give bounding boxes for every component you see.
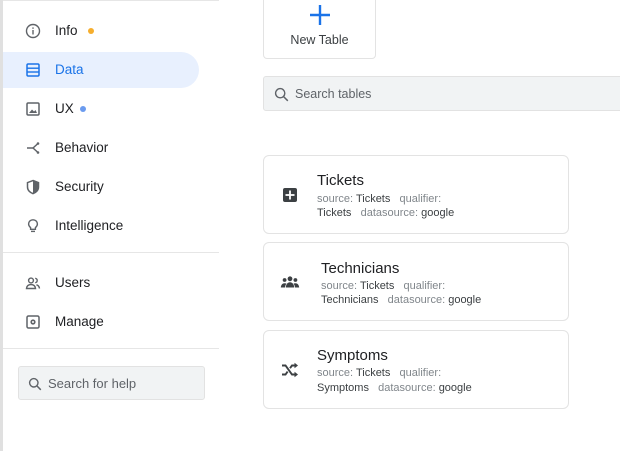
sidebar-item-label: Behavior	[55, 140, 109, 155]
image-frame-icon	[26, 102, 40, 116]
datasource-value: google	[438, 382, 472, 394]
source-key: source:	[321, 280, 358, 292]
sidebar-item-label: Info	[55, 23, 78, 38]
search-icon	[274, 87, 289, 102]
users-icon	[25, 277, 41, 290]
source-value: Tickets	[359, 280, 395, 292]
sidebar-item-users[interactable]: Users	[3, 265, 199, 301]
datasource-value: google	[421, 207, 455, 219]
help-search-input[interactable]: Search for help	[18, 366, 205, 400]
help-search-placeholder: Search for help	[48, 376, 137, 391]
table-card-symptoms[interactable]: Symptoms source: Tickets qualifier: Symp…	[263, 330, 569, 409]
datasource-key: datasource:	[387, 294, 446, 306]
sidebar-item-label: Intelligence	[55, 218, 124, 233]
table-card-title: Tickets	[317, 172, 364, 189]
sidebar-item-label: UX	[55, 101, 74, 116]
sidebar: Info Data UX Behavior Security Intellige…	[3, 0, 219, 451]
sidebar-item-label: Security	[55, 179, 104, 194]
source-key: source:	[317, 193, 354, 205]
manage-gear-icon	[26, 315, 40, 329]
table-card-qualifier: Symptoms datasource: google	[317, 381, 472, 395]
sidebar-item-data[interactable]: Data	[3, 52, 199, 88]
sidebar-item-label: Manage	[55, 314, 104, 329]
qualifier-key: qualifier:	[403, 280, 446, 292]
sidebar-divider	[3, 252, 219, 253]
branch-icon	[27, 142, 40, 154]
plus-box-icon	[283, 188, 297, 202]
search-icon	[28, 377, 42, 391]
table-card-technicians[interactable]: Technicians source: Tickets qualifier: T…	[263, 242, 569, 321]
sidebar-top-divider	[3, 0, 219, 1]
table-card-title: Symptoms	[317, 347, 388, 364]
table-card-source: source: Tickets qualifier:	[317, 192, 441, 206]
sidebar-item-label: Data	[55, 62, 84, 77]
source-value: Tickets	[355, 193, 391, 205]
sidebar-item-security[interactable]: Security	[3, 169, 199, 205]
shuffle-icon	[282, 362, 298, 378]
table-card-source: source: Tickets qualifier:	[317, 366, 441, 380]
qualifier-key: qualifier:	[399, 193, 442, 205]
search-tables-input[interactable]: Search tables	[263, 76, 620, 111]
shield-icon	[26, 179, 40, 195]
qualifier-value: Symptoms	[317, 382, 369, 394]
sidebar-divider	[3, 348, 219, 349]
sidebar-item-info[interactable]: Info	[3, 13, 199, 49]
sidebar-item-behavior[interactable]: Behavior	[3, 130, 199, 166]
search-tables-placeholder: Search tables	[295, 87, 372, 101]
source-key: source:	[317, 367, 354, 379]
datasource-key: datasource:	[360, 207, 419, 219]
new-table-button[interactable]: New Table	[263, 0, 376, 59]
ux-status-dot	[80, 106, 86, 112]
table-card-qualifier: Tickets datasource: google	[317, 206, 454, 220]
qualifier-key: qualifier:	[399, 367, 442, 379]
table-card-tickets[interactable]: Tickets source: Tickets qualifier: Ticke…	[263, 155, 569, 234]
source-value: Tickets	[355, 367, 391, 379]
group-icon	[280, 276, 300, 288]
sidebar-item-label: Users	[55, 275, 91, 290]
new-table-label: New Table	[290, 33, 349, 47]
sidebar-item-intelligence[interactable]: Intelligence	[3, 208, 199, 244]
table-rows-icon	[26, 63, 40, 77]
info-status-dot	[88, 28, 94, 34]
qualifier-value: Technicians	[321, 294, 379, 306]
plus-icon	[310, 5, 330, 25]
table-card-title: Technicians	[321, 260, 400, 277]
sidebar-item-ux[interactable]: UX	[3, 91, 199, 127]
qualifier-value: Tickets	[317, 207, 352, 219]
table-card-qualifier: Technicians datasource: google	[321, 293, 481, 307]
datasource-key: datasource:	[378, 382, 436, 394]
sidebar-item-manage[interactable]: Manage	[3, 304, 199, 340]
table-card-source: source: Tickets qualifier:	[321, 279, 445, 293]
lightbulb-icon	[27, 219, 39, 233]
info-circle-icon	[25, 23, 41, 39]
datasource-value: google	[448, 294, 482, 306]
